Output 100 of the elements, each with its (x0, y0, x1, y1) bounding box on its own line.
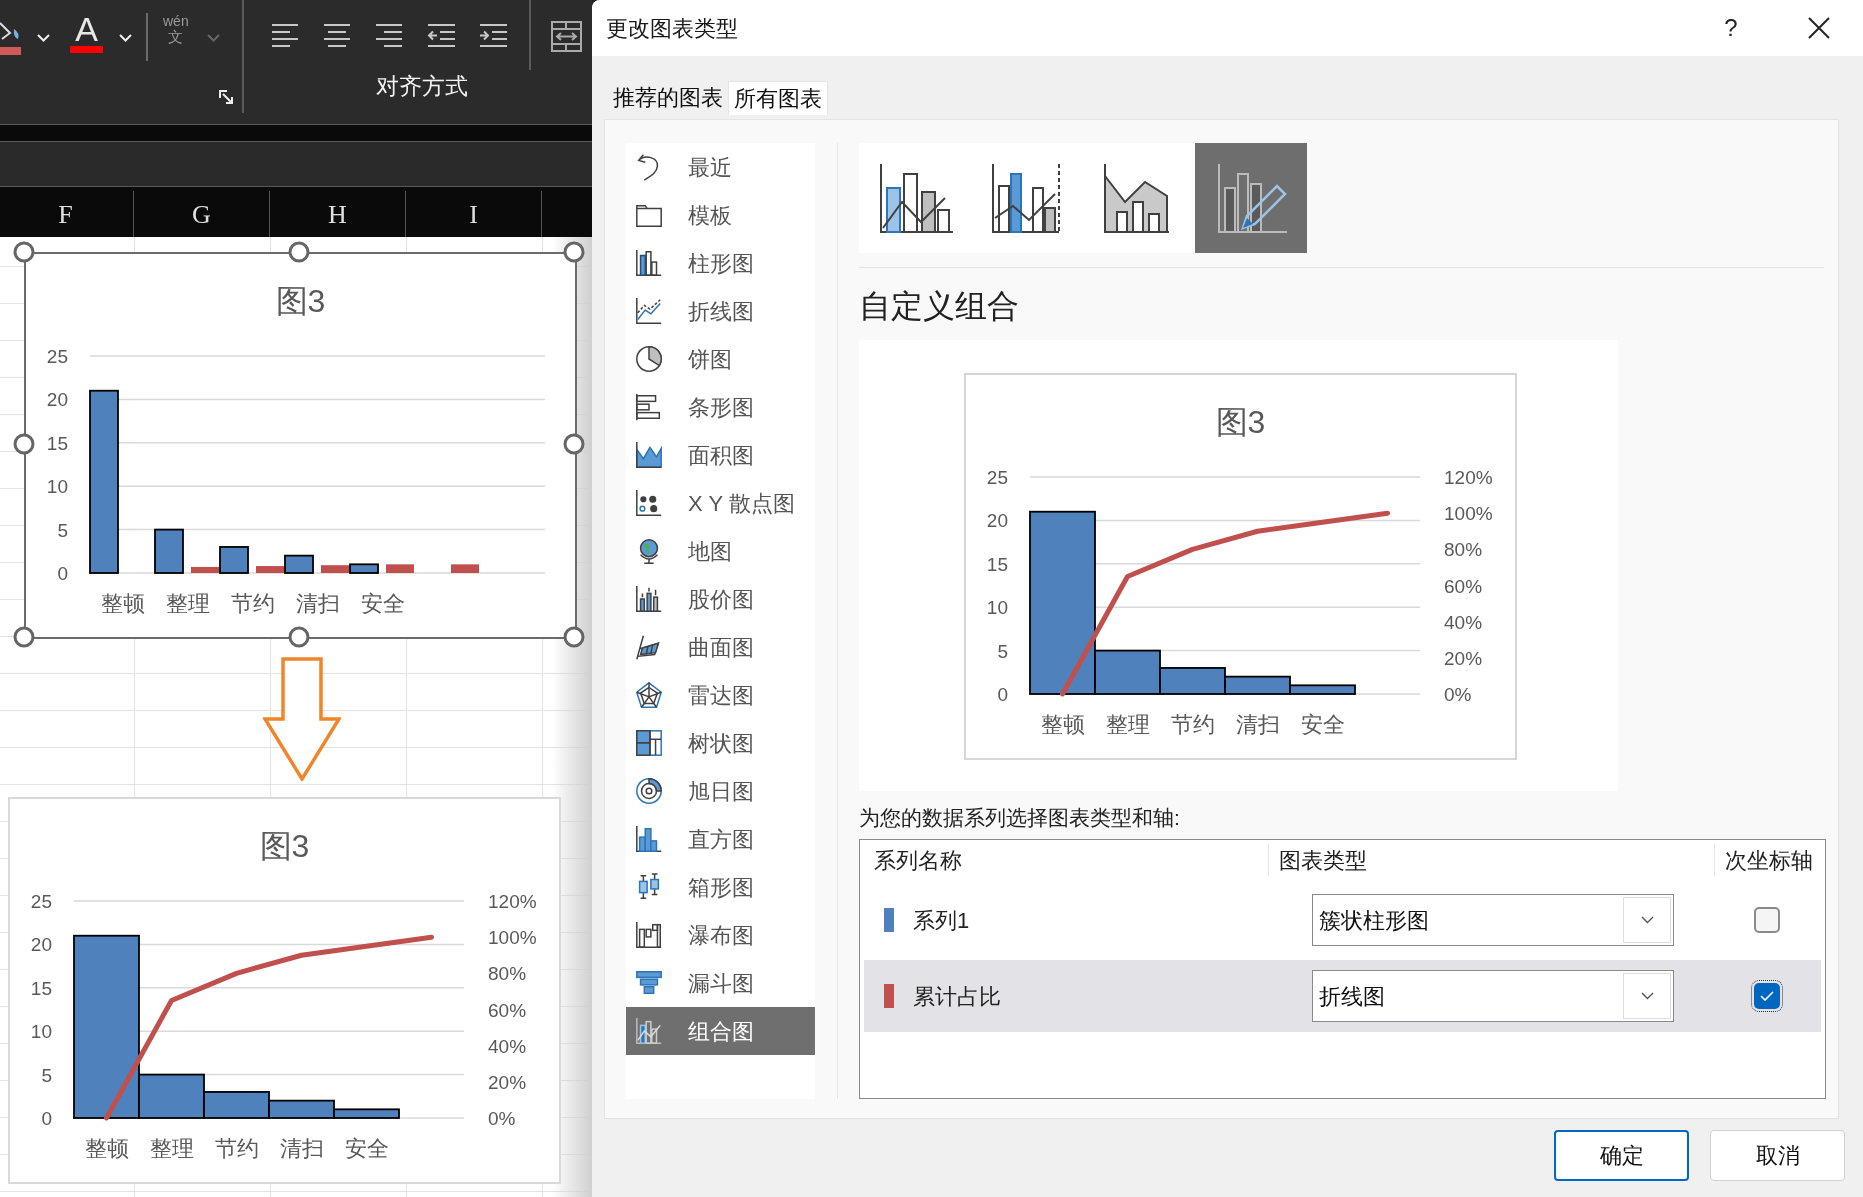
axis-label: 120% (1444, 467, 1493, 488)
category-label: 整理 (149, 1136, 194, 1161)
chart-type-item[interactable]: 模板 (626, 191, 815, 239)
resize-handle[interactable] (563, 626, 585, 648)
help-button[interactable]: ? (1711, 8, 1751, 48)
tab[interactable]: 推荐的图表 (608, 81, 728, 115)
stock-chart-icon (634, 584, 664, 614)
axis-label: 25 (986, 467, 1008, 488)
area-chart-icon (634, 440, 664, 470)
bar (349, 563, 379, 574)
dialog-button[interactable]: 确定 (1554, 1130, 1689, 1181)
checkbox[interactable] (1754, 907, 1780, 933)
axis-label: 60% (488, 999, 527, 1021)
chart-type-item[interactable]: 最近 (626, 143, 815, 191)
chart-type-item[interactable]: 股价图 (626, 575, 815, 623)
tab[interactable]: 所有图表 (728, 81, 828, 115)
resize-handle[interactable] (563, 433, 585, 455)
category-label: 安全 (360, 591, 405, 616)
chart-area[interactable]: 图3 0 5 10 15 20 25 0% 20% 40% 60% 80% 100% 120% 整顿 整理 节约 清扫 安全 (8, 797, 561, 1184)
category-label: 整理 (165, 591, 210, 616)
chart-area[interactable]: 图3 0 5 10 15 20 25 整顿 整理 节约 清扫 安全 (24, 252, 577, 639)
font-color-button[interactable]: A (70, 13, 103, 53)
decrease-indent-icon[interactable] (427, 23, 456, 49)
axis-label: 0 (997, 684, 1008, 705)
axis-label: 10 (30, 1021, 52, 1043)
category-label: 整顿 (100, 591, 145, 616)
dialog-launcher-icon[interactable] (219, 90, 234, 105)
radar-chart-icon (634, 680, 664, 710)
axis-label: 5 (57, 519, 68, 541)
category-label: 整顿 (1040, 712, 1085, 737)
axis-label: 0% (488, 1108, 516, 1129)
align-right-icon[interactable] (375, 23, 404, 49)
axis-label: 15 (986, 553, 1008, 575)
resize-handle[interactable] (563, 241, 585, 263)
resize-handle[interactable] (13, 241, 35, 263)
chart-type-item[interactable]: 条形图 (626, 383, 815, 431)
bar (386, 564, 414, 573)
chart-type-item[interactable]: 旭日图 (626, 767, 815, 815)
chart-type-item[interactable]: 曲面图 (626, 623, 815, 671)
axis-label: 20% (1444, 647, 1483, 669)
chart-type-item[interactable]: 漏斗图 (626, 959, 815, 1007)
ribbon-group-label: 对齐方式 (376, 72, 468, 101)
category-label: 整理 (1105, 712, 1150, 737)
align-center-icon[interactable] (323, 23, 352, 49)
category-label: 节约 (214, 1136, 259, 1161)
phonetic-guide-button[interactable]: wén 文 (163, 13, 189, 45)
series-row[interactable]: 累计占比 折线图 (864, 960, 1821, 1032)
axis-label: 40% (1444, 611, 1483, 633)
waterfall-chart-icon (634, 920, 664, 950)
align-left-icon[interactable] (271, 23, 300, 49)
axis-label: 15 (30, 977, 52, 999)
chart-type-dropdown[interactable]: 簇状柱形图 (1312, 894, 1674, 946)
axis-label: 10 (46, 476, 68, 498)
chart-type-item[interactable]: 折线图 (626, 287, 815, 335)
chart-type-item[interactable]: 地图 (626, 527, 815, 575)
treemap-icon (634, 728, 664, 758)
chart-type-item[interactable]: 柱形图 (626, 239, 815, 287)
chart-type-item[interactable]: 树状图 (626, 719, 815, 767)
checkbox[interactable] (1754, 983, 1780, 1009)
chart-type-item[interactable]: 瀑布图 (626, 911, 815, 959)
series-name: 累计占比 (913, 982, 1002, 1011)
chart-type-item[interactable]: 直方图 (626, 815, 815, 863)
instruction-text: 为您的数据系列选择图表类型和轴: (859, 805, 1181, 831)
category-label: 节约 (230, 591, 275, 616)
axis-label: 60% (1444, 575, 1483, 597)
axis-label: 0 (57, 563, 68, 584)
chart-type-item[interactable]: 雷达图 (626, 671, 815, 719)
axis-label: 10 (986, 597, 1008, 619)
increase-indent-icon[interactable] (479, 23, 508, 49)
axis-label: 40% (488, 1035, 527, 1057)
axis-label: 5 (41, 1064, 52, 1086)
combo-chart-icon (634, 1016, 664, 1046)
column-header: 图表类型 (1279, 846, 1367, 875)
category-label: 安全 (1300, 712, 1345, 737)
resize-handle[interactable] (13, 626, 35, 648)
line-chart-icon (634, 296, 664, 326)
chart-type-dropdown[interactable]: 折线图 (1312, 970, 1674, 1022)
axis-label: 100% (1444, 503, 1493, 525)
category-label: 整顿 (84, 1136, 129, 1161)
resize-handle[interactable] (288, 626, 310, 648)
checkmark-icon (1760, 991, 1774, 1001)
category-label: 安全 (344, 1136, 389, 1161)
merge-cells-icon[interactable] (551, 21, 582, 52)
chart-type-item[interactable]: 饼图 (626, 335, 815, 383)
axis-label: 20% (488, 1071, 527, 1093)
chevron-down-icon (1640, 916, 1654, 924)
chart-title: 图3 (1215, 404, 1266, 440)
chart-type-item[interactable]: 面积图 (626, 431, 815, 479)
chart-type-item[interactable]: X Y 散点图 (626, 479, 815, 527)
dialog-button[interactable]: 取消 (1710, 1130, 1845, 1181)
chart-type-item[interactable]: 组合图 (626, 1007, 815, 1055)
axis-label: 100% (488, 927, 537, 949)
chart-type-item[interactable]: 箱形图 (626, 863, 815, 911)
axis-label: 80% (488, 963, 527, 985)
pie-chart-icon (634, 344, 664, 374)
category-label: 清扫 (1235, 712, 1280, 737)
category-label: 清扫 (295, 591, 340, 616)
resize-handle[interactable] (13, 433, 35, 455)
scatter-chart-icon (634, 488, 664, 518)
resize-handle[interactable] (288, 241, 310, 263)
